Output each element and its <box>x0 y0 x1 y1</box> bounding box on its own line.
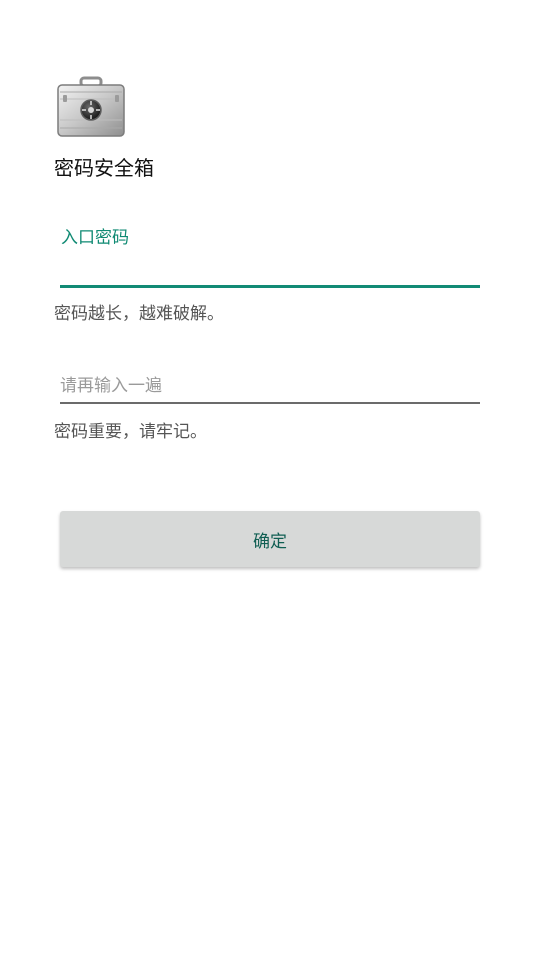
confirm-input-underline <box>60 402 480 404</box>
password-setup-screen: 密码安全箱 入口密码 密码越长，越难破解。 密码重要，请牢记。 确定 <box>0 0 540 960</box>
password-input[interactable] <box>60 254 480 284</box>
app-title: 密码安全箱 <box>54 156 154 180</box>
password-input-underline <box>60 285 480 288</box>
confirm-button[interactable]: 确定 <box>60 511 480 567</box>
confirm-password-input[interactable] <box>60 372 480 400</box>
password-field-label: 入口密码 <box>61 228 129 248</box>
password-hint: 密码越长，越难破解。 <box>54 304 224 324</box>
safe-briefcase-icon <box>57 76 125 137</box>
confirm-hint: 密码重要，请牢记。 <box>54 422 207 442</box>
